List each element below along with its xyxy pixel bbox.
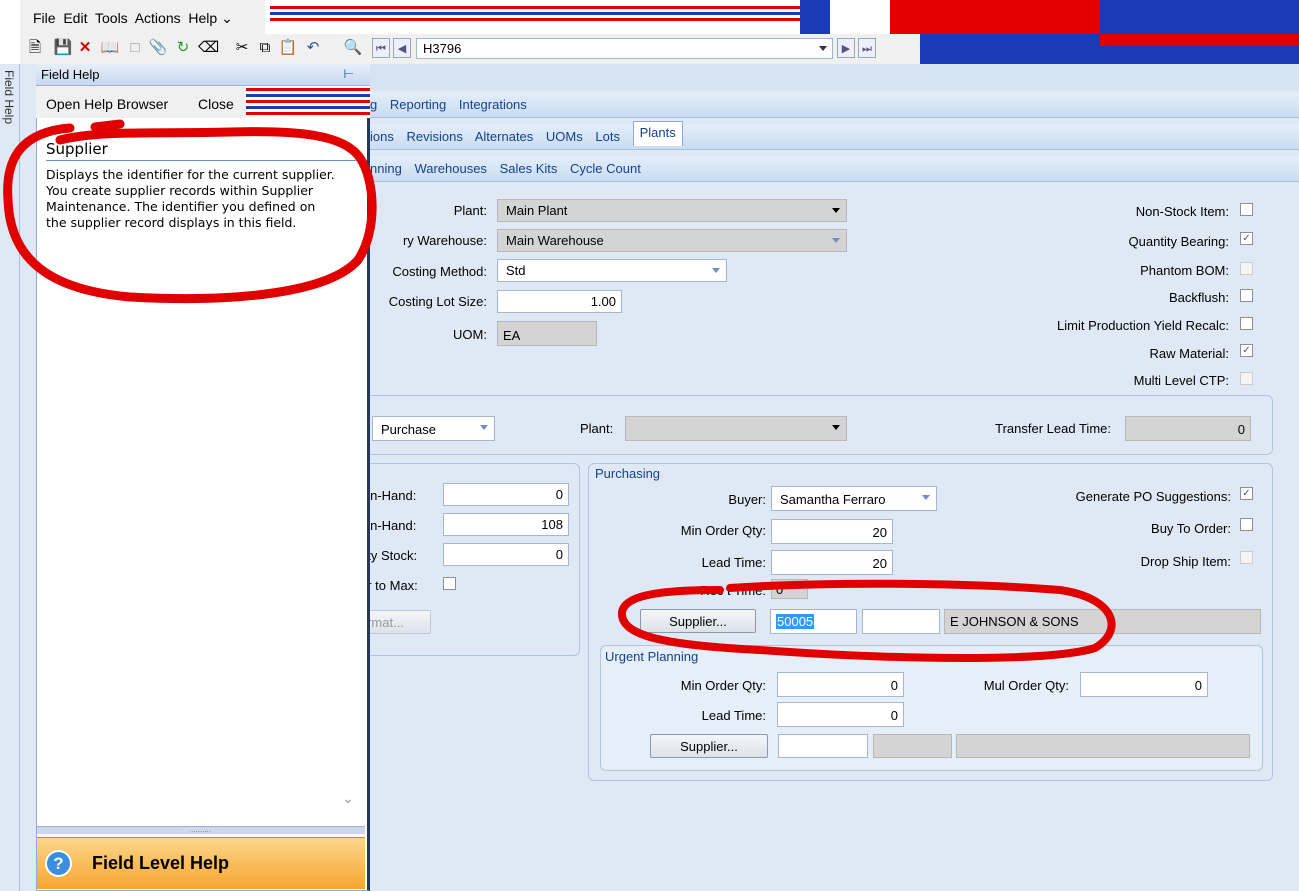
- annotation-layer: [3, 119, 1116, 662]
- supplier-annotation-ellipse: [618, 579, 1116, 662]
- help-annotation-ellipse: [3, 119, 377, 304]
